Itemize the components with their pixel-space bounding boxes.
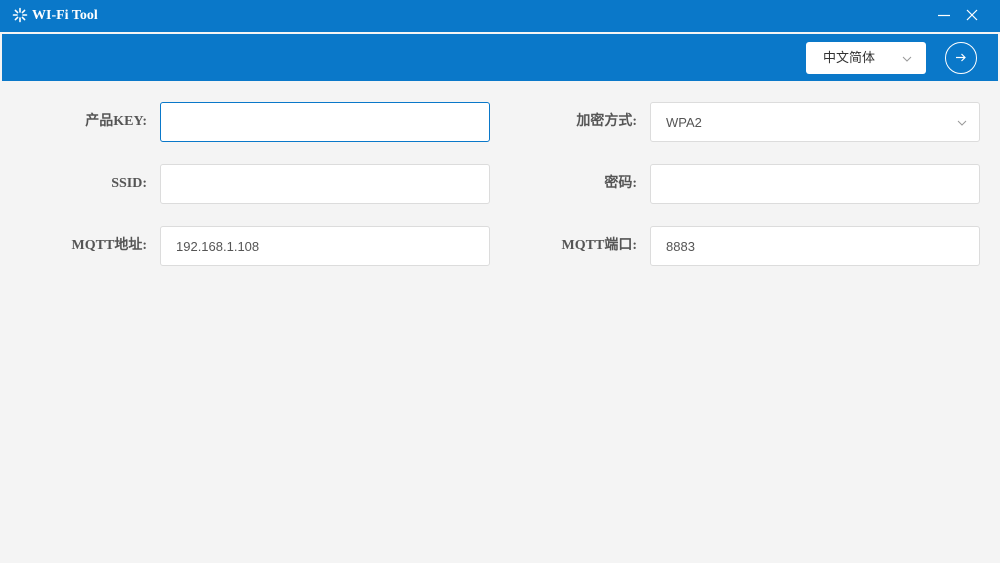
arrow-right-icon xyxy=(956,53,966,62)
ssid-label: SSID: xyxy=(111,176,147,191)
language-select-value: 中文简体 xyxy=(823,50,876,65)
mqtt-port-label: MQTT端口: xyxy=(561,238,637,253)
title-bar: WI-Fi Tool xyxy=(0,0,1000,32)
language-select[interactable]: 中文简体 xyxy=(806,42,926,74)
product-key-label: 产品KEY: xyxy=(85,114,147,129)
mqtt-address-label: MQTT地址: xyxy=(71,238,147,253)
mqtt-address-input[interactable] xyxy=(160,226,490,266)
encryption-select[interactable]: WPA2 xyxy=(650,102,980,142)
close-button[interactable] xyxy=(962,6,982,26)
wifi-tool-icon xyxy=(12,7,28,23)
chevron-down-icon xyxy=(902,56,912,62)
window-title: WI-Fi Tool xyxy=(32,8,98,23)
chevron-down-icon xyxy=(957,120,967,126)
encryption-select-value: WPA2 xyxy=(666,115,702,130)
minimize-button[interactable] xyxy=(934,6,954,26)
close-icon xyxy=(966,9,978,21)
submit-button[interactable] xyxy=(945,42,977,74)
ssid-input[interactable] xyxy=(160,164,490,204)
password-input[interactable] xyxy=(650,164,980,204)
mqtt-port-input[interactable] xyxy=(650,226,980,266)
product-key-input[interactable] xyxy=(160,102,490,142)
encryption-label: 加密方式: xyxy=(576,114,637,129)
toolbar: 中文简体 xyxy=(2,34,998,81)
minimize-icon xyxy=(938,14,950,17)
password-label: 密码: xyxy=(604,176,637,191)
